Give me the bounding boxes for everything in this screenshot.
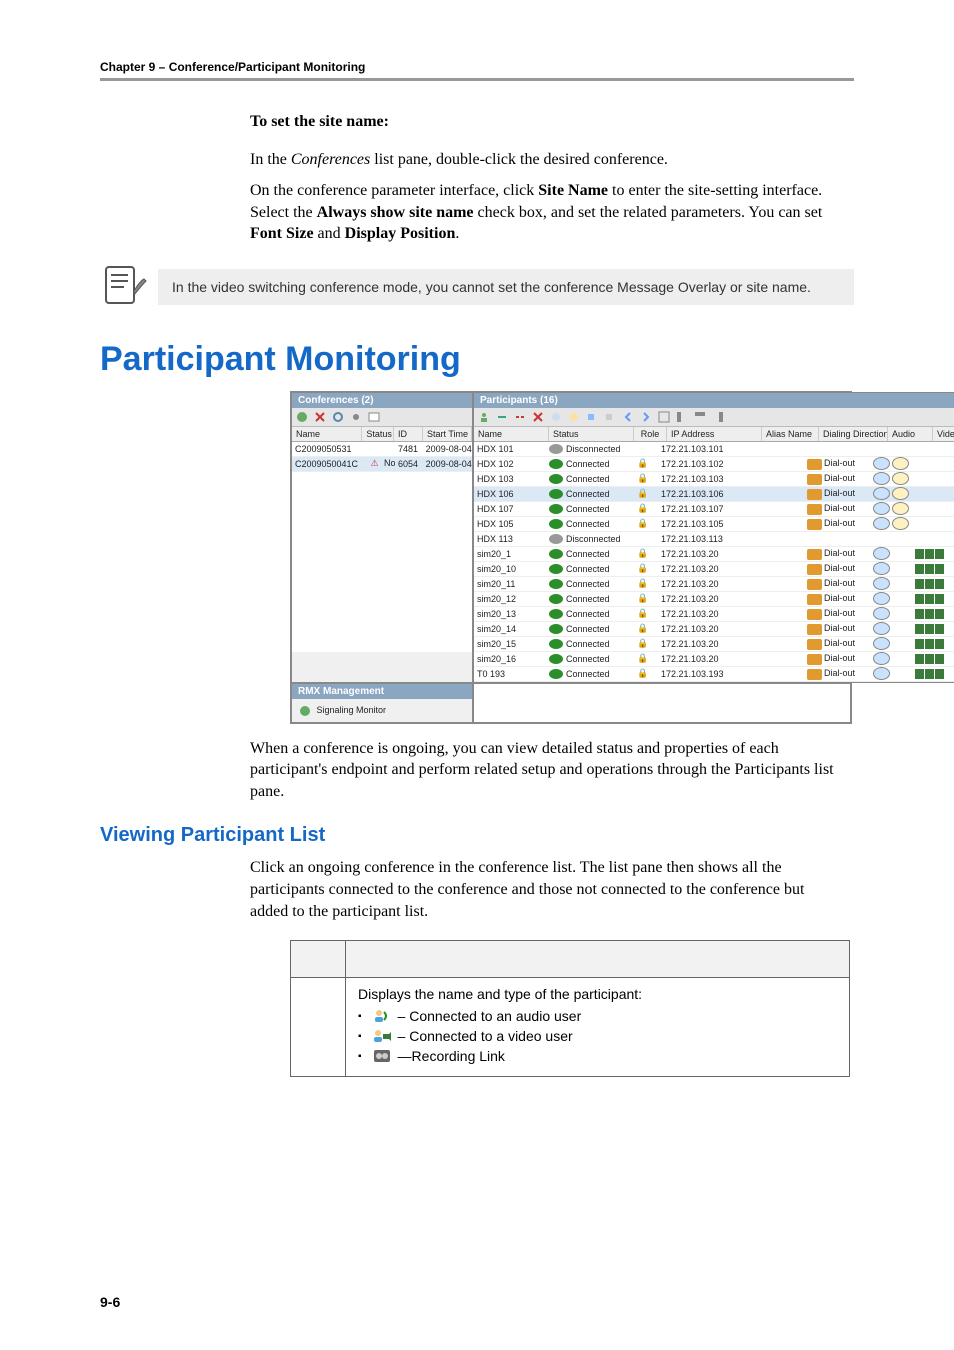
conferences-pane-title: Conferences (2) — [292, 393, 472, 408]
participant-types-table: Displays the name and type of the partic… — [290, 940, 850, 1077]
recording-link-icon — [372, 1048, 392, 1064]
back-icon[interactable] — [622, 411, 634, 423]
new-conf-icon[interactable] — [296, 411, 308, 423]
video-user-icon — [372, 1028, 392, 1044]
note-text: In the video switching conference mode, … — [158, 269, 854, 305]
section-title: Participant Monitoring — [100, 340, 854, 379]
viewing-participant-list-title: Viewing Participant List — [100, 824, 854, 847]
audio-user-bullet: – Connected to an audio user — [358, 1008, 837, 1024]
participant-row[interactable]: HDX 107Connected🔒172.21.103.107Dial-out — [474, 502, 954, 517]
participant-row[interactable]: sim20_14Connected🔒172.21.103.20Dial-out — [474, 622, 954, 637]
view2-icon[interactable] — [694, 411, 706, 423]
conference-row[interactable]: C2009050041C⚠ Not Full60542009-08-04 10 — [292, 457, 472, 472]
part-col-headers: Name Status Role IP Address Alias Name D… — [474, 427, 954, 442]
rmx-management-title: RMX Management — [292, 684, 472, 699]
participant-row[interactable]: T0 193Connected🔒172.21.103.193Dial-out — [474, 667, 954, 682]
date-icon[interactable] — [368, 411, 380, 423]
rmx-management-pane: RMX Management Signaling Monitor — [291, 683, 473, 723]
participant-row[interactable]: sim20_11Connected🔒172.21.103.20Dial-out — [474, 577, 954, 592]
settings-icon[interactable] — [350, 411, 362, 423]
add-participant-icon[interactable] — [478, 411, 490, 423]
participants-pane-title: Participants (16) — [474, 393, 954, 408]
conferences-toolbar — [292, 408, 472, 427]
camera-on-icon[interactable] — [586, 411, 598, 423]
page-number: 9-6 — [100, 1294, 120, 1310]
audio-user-icon — [372, 1008, 392, 1024]
signaling-monitor-item[interactable]: Signaling Monitor — [292, 699, 472, 722]
connect-icon[interactable] — [496, 411, 508, 423]
participant-row[interactable]: HDX 103Connected🔒172.21.103.103Dial-out — [474, 472, 954, 487]
site-name-step1: In the Conferences list pane, double-cli… — [250, 149, 834, 171]
table-desc: Displays the name and type of the partic… — [358, 986, 837, 1002]
intro-paragraph: When a conference is ongoing, you can vi… — [250, 738, 834, 803]
participant-row[interactable]: HDX 101Disconnected172.21.103.101 — [474, 442, 954, 457]
camera-off-icon[interactable] — [604, 411, 616, 423]
participant-row[interactable]: HDX 105Connected🔒172.21.103.105Dial-out — [474, 517, 954, 532]
conferences-pane: Conferences (2) Name Status ID Start Tim… — [291, 392, 473, 683]
refresh-icon[interactable] — [332, 411, 344, 423]
participant-row[interactable]: sim20_13Connected🔒172.21.103.20Dial-out — [474, 607, 954, 622]
conf-col-headers: Name Status ID Start Time — [292, 427, 472, 442]
layout-icon[interactable] — [658, 411, 670, 423]
participants-screenshot: Conferences (2) Name Status ID Start Tim… — [290, 391, 852, 724]
mute-icon[interactable] — [550, 411, 562, 423]
participant-row[interactable]: HDX 106Connected🔒172.21.103.106Dial-out — [474, 487, 954, 502]
participant-row[interactable]: sim20_15Connected🔒172.21.103.20Dial-out — [474, 637, 954, 652]
participant-row[interactable]: sim20_16Connected🔒172.21.103.20Dial-out — [474, 652, 954, 667]
site-name-heading: To set the site name: — [250, 111, 834, 133]
participant-row[interactable]: HDX 102Connected🔒172.21.103.102Dial-out — [474, 457, 954, 472]
participant-row[interactable]: sim20_12Connected🔒172.21.103.20Dial-out — [474, 592, 954, 607]
view1-icon[interactable] — [676, 411, 688, 423]
participant-row[interactable]: sim20_10Connected🔒172.21.103.20Dial-out — [474, 562, 954, 577]
note-icon — [100, 261, 158, 314]
participant-row[interactable]: sim20_1Connected🔒172.21.103.20Dial-out — [474, 547, 954, 562]
participant-row[interactable]: HDX 113Disconnected172.21.103.113 — [474, 532, 954, 547]
site-name-step2: On the conference parameter interface, c… — [250, 180, 834, 245]
participants-pane: Participants (16) — [473, 392, 954, 683]
participants-toolbar — [474, 408, 954, 427]
chapter-header: Chapter 9 – Conference/Participant Monit… — [100, 60, 854, 74]
recording-link-bullet: — Recording Link — [358, 1048, 837, 1064]
video-user-bullet: – Connected to a video user — [358, 1028, 837, 1044]
conference-row[interactable]: C200905053174812009-08-04 1 — [292, 442, 472, 457]
viewing-list-paragraph: Click an ongoing conference in the confe… — [250, 857, 834, 922]
forward-icon[interactable] — [640, 411, 652, 423]
disconnect-icon[interactable] — [514, 411, 526, 423]
delete-icon[interactable] — [314, 411, 326, 423]
view3-icon[interactable] — [712, 411, 724, 423]
header-rule — [100, 78, 854, 81]
unmute-icon[interactable] — [568, 411, 580, 423]
remove-icon[interactable] — [532, 411, 544, 423]
